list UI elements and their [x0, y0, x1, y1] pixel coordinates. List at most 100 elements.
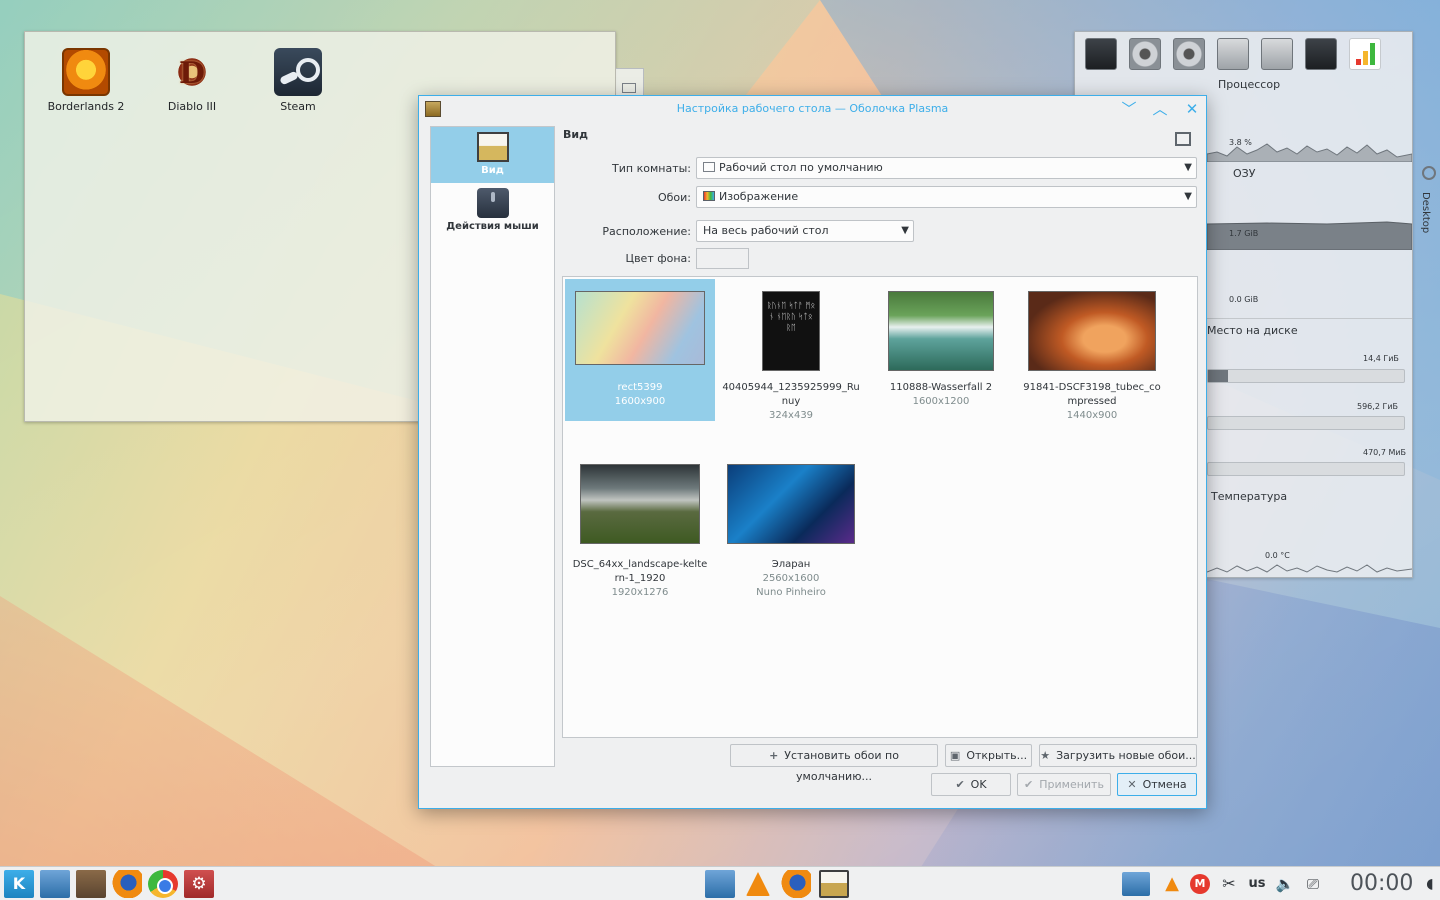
- wallpaper-size: 1440x900: [1066, 410, 1118, 421]
- plus-icon: +: [769, 749, 779, 762]
- button-label: OK: [970, 778, 987, 791]
- desktop-icon-borderlands[interactable]: Borderlands 2: [36, 48, 136, 113]
- wallpaper-name: 40405944_1235925999_Runuy: [722, 382, 860, 407]
- wallpaper-size: 1600x1200: [912, 396, 970, 407]
- mail-icon[interactable]: M: [1190, 874, 1210, 894]
- wallpaper-thumbnail: [727, 464, 855, 544]
- hardware-icon[interactable]: [1261, 38, 1293, 70]
- pager-icon[interactable]: [1122, 872, 1150, 896]
- resize-icon: [622, 83, 636, 93]
- swap-used: 0.0 GiB: [1229, 295, 1259, 304]
- panel-toolbox-icon[interactable]: ◖: [1422, 872, 1438, 896]
- ok-button[interactable]: ✔ OK: [931, 773, 1011, 796]
- bgcolor-button[interactable]: [696, 248, 749, 269]
- clock[interactable]: 00:00: [1350, 871, 1413, 896]
- chevron-down-icon: ▼: [901, 225, 909, 236]
- desktop-toolbox-label[interactable]: Desktop: [1420, 192, 1431, 233]
- desktop-settings-dialog: Настройка рабочего стола — Оболочка Plas…: [418, 95, 1207, 809]
- disk-fill: [1208, 370, 1228, 382]
- keyboard-layout[interactable]: us: [1246, 872, 1268, 896]
- vlc-tray-icon[interactable]: ▲: [1160, 872, 1184, 896]
- wallpaper-thumbnail: [575, 291, 705, 365]
- wallpaper-plugin-value: Изображение: [719, 190, 799, 203]
- wallpaper-item[interactable]: 91841-DSCF3198_tubec_compressed 1440x900: [1017, 279, 1167, 449]
- position-label: Расположение:: [602, 225, 691, 238]
- wallpaper-label: Обои:: [657, 191, 691, 204]
- steam-icon: [274, 48, 322, 96]
- wallpaper-item[interactable]: rect5399 1600x900: [565, 279, 715, 421]
- image-icon: [703, 191, 715, 201]
- layout-select[interactable]: Рабочий стол по умолчанию ▼: [696, 157, 1197, 179]
- folder-view-handle[interactable]: [616, 68, 644, 98]
- wallpaper-thumbnail: [762, 291, 820, 371]
- layout-select-value: Рабочий стол по умолчанию: [719, 161, 883, 174]
- kde-menu-icon[interactable]: K: [4, 870, 34, 898]
- wallpaper-size: 2560x1600: [762, 573, 820, 584]
- file-manager-icon[interactable]: [40, 870, 70, 898]
- wallpaper-item[interactable]: DSC_64xx_landscape-keltern-1_1920 1920x1…: [565, 452, 715, 602]
- desktop-toolbox-icon[interactable]: [1422, 166, 1436, 180]
- wallpaper-name: 91841-DSCF3198_tubec_compressed: [1023, 382, 1161, 407]
- wallpaper-name: rect5399: [617, 382, 663, 393]
- clipboard-scissors-icon[interactable]: ✂: [1218, 872, 1240, 896]
- wallpaper-item[interactable]: 40405944_1235925999_Runuy 324x439: [716, 279, 866, 429]
- borderlands-icon: [62, 48, 110, 96]
- wallpaper-thumbnail: [1028, 291, 1156, 371]
- battery-icon[interactable]: [1085, 38, 1117, 70]
- button-label: Загрузить новые обои...: [1056, 749, 1196, 762]
- wallpaper-size: 1920x1276: [611, 587, 669, 598]
- chrome-icon[interactable]: [148, 870, 178, 898]
- cpu-icon[interactable]: [1305, 38, 1337, 70]
- section-title: Вид: [563, 128, 588, 141]
- task-vlc-icon[interactable]: [746, 872, 770, 896]
- desktop-icon-diablo[interactable]: Diablo III: [142, 48, 242, 113]
- button-label: Отмена: [1142, 778, 1187, 791]
- star-icon: ★: [1040, 749, 1051, 762]
- ram-used: 1.7 GiB: [1229, 229, 1259, 238]
- desktop-icon-steam[interactable]: Steam: [248, 48, 348, 113]
- folder-open-icon: ▣: [949, 749, 961, 762]
- chevron-down-icon: ▼: [1184, 162, 1192, 173]
- gimp-icon[interactable]: [76, 870, 106, 898]
- wallpaper-item[interactable]: 110888-Wasserfall 2 1600x1200: [866, 279, 1016, 429]
- wallpaper-item[interactable]: Эларан 2560x1600 Nuno Pinheiro: [716, 452, 866, 602]
- task-desktop-settings-icon[interactable]: [819, 870, 849, 898]
- get-new-wallpapers-button[interactable]: ★ Загрузить новые обои...: [1039, 744, 1197, 767]
- disk-usage-bar: [1207, 416, 1405, 430]
- task-file-manager-icon[interactable]: [705, 870, 735, 898]
- button-label: Установить обои по умолчанию...: [784, 749, 899, 783]
- desktop-icon-label: Diablo III: [167, 100, 217, 113]
- position-select[interactable]: На весь рабочий стол ▼: [696, 220, 914, 242]
- maximize-button[interactable]: ︿: [1150, 99, 1170, 119]
- network-icon[interactable]: ⎚: [1302, 872, 1324, 896]
- settings-gear-icon[interactable]: ⚙: [184, 870, 214, 898]
- desktop-icon-label: Steam: [280, 100, 316, 113]
- mouse-icon: [476, 188, 509, 218]
- apply-button[interactable]: ✔ Применить: [1017, 773, 1111, 796]
- disk-icon[interactable]: [1129, 38, 1161, 70]
- disk-value: 14,4 ГиБ: [1363, 354, 1399, 363]
- minimize-button[interactable]: ﹀: [1119, 99, 1139, 119]
- disk-icon[interactable]: [1173, 38, 1205, 70]
- cancel-button[interactable]: ✕ Отмена: [1117, 773, 1197, 796]
- cpu-value: 3.8 %: [1229, 138, 1252, 147]
- wallpaper-plugin-select[interactable]: Изображение ▼: [696, 186, 1197, 208]
- bgcolor-label: Цвет фона:: [625, 252, 691, 265]
- signal-icon[interactable]: [1349, 38, 1381, 70]
- set-default-wallpaper-button[interactable]: + Установить обои по умолчанию...: [730, 744, 938, 783]
- task-firefox-icon[interactable]: [781, 870, 811, 898]
- wallpaper-name: Эларан: [771, 559, 811, 570]
- network-icon[interactable]: [1217, 38, 1249, 70]
- configure-icon[interactable]: [1175, 132, 1191, 146]
- close-button[interactable]: ✕: [1182, 99, 1202, 119]
- volume-icon[interactable]: 🔈: [1274, 872, 1296, 896]
- settings-sidebar: Вид Действия мыши: [430, 126, 555, 767]
- title-bar[interactable]: Настройка рабочего стола — Оболочка Plas…: [419, 96, 1206, 122]
- wallpaper-size: 1600x900: [614, 396, 666, 407]
- open-button[interactable]: ▣ Открыть...: [945, 744, 1032, 767]
- firefox-icon[interactable]: [112, 870, 142, 898]
- wallpaper-size: 324x439: [768, 410, 814, 421]
- check-icon: ✔: [1024, 778, 1034, 791]
- temperature-title: Температура: [1211, 490, 1288, 503]
- wallpaper-icon: [476, 132, 509, 162]
